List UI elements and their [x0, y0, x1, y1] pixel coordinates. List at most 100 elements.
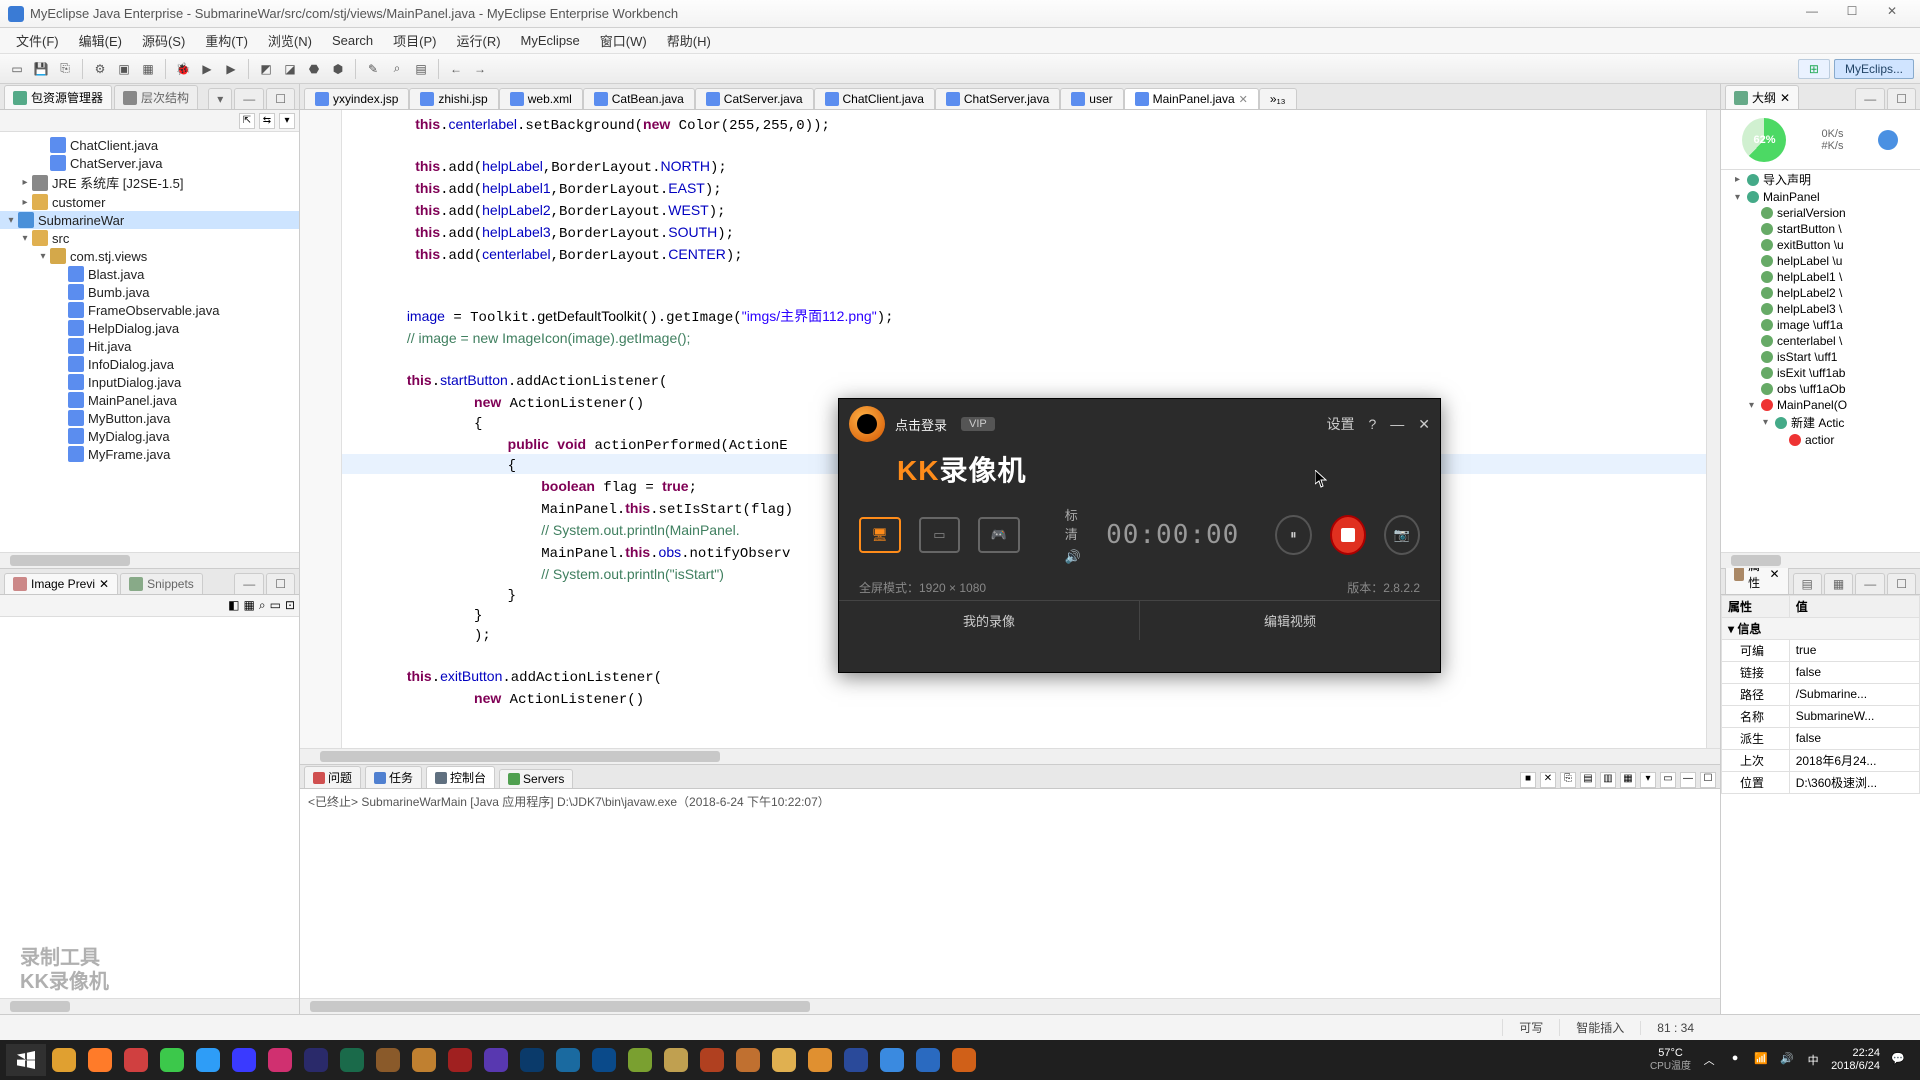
kk-my-recordings-button[interactable]: 我的录像	[839, 601, 1140, 640]
taskbar-app-icon[interactable]	[550, 1044, 586, 1076]
kk-minimize-icon[interactable]: —	[1390, 416, 1404, 432]
menu-item[interactable]: 窗口(W)	[590, 28, 657, 53]
tray-clock[interactable]: 22:24 2018/6/24	[1831, 1047, 1880, 1073]
tool-icon[interactable]: ◧	[228, 598, 239, 612]
property-row[interactable]: 链接false	[1722, 661, 1920, 683]
console-tool-icon[interactable]: ▾	[1640, 772, 1656, 788]
kk-close-icon[interactable]: ✕	[1418, 416, 1430, 433]
kk-record-button[interactable]	[1330, 515, 1366, 555]
menu-item[interactable]: MyEclipse	[511, 30, 590, 51]
tool-icon[interactable]: ⬣	[303, 58, 325, 80]
editor-tab[interactable]: MainPanel.java✕	[1124, 88, 1259, 109]
code-content[interactable]: this.centerlabel.setBackground(new Color…	[348, 114, 894, 710]
zoom-icon[interactable]: ⌕	[259, 598, 266, 613]
maximize-view-icon[interactable]: ☐	[1887, 88, 1916, 109]
console-tool-icon[interactable]: ▤	[1580, 772, 1596, 788]
tab-package-explorer[interactable]: 包资源管理器	[4, 85, 112, 109]
minimize-view-icon[interactable]: —	[1855, 88, 1885, 109]
maximize-view-icon[interactable]: ☐	[266, 573, 295, 594]
taskbar-app-icon[interactable]	[766, 1044, 802, 1076]
open-perspective-button[interactable]: ⊞	[1798, 59, 1830, 79]
tab-snippets[interactable]: Snippets	[120, 573, 203, 594]
taskbar-app-icon[interactable]	[118, 1044, 154, 1076]
menu-item[interactable]: 浏览(N)	[258, 28, 322, 53]
tool-icon[interactable]: ▦	[244, 598, 255, 612]
editor-tab[interactable]: user	[1060, 88, 1123, 109]
editor-scrollbar[interactable]	[300, 748, 1720, 764]
editor-tab[interactable]: ChatServer.java	[935, 88, 1060, 109]
tree-node[interactable]: Bumb.java	[0, 283, 299, 301]
minimize-button[interactable]: —	[1792, 4, 1832, 24]
kk-quality[interactable]: 标清	[1065, 505, 1088, 543]
taskbar-app-icon[interactable]	[586, 1044, 622, 1076]
close-icon[interactable]: ✕	[1769, 567, 1779, 581]
properties-table[interactable]: 属性值 ▾ 信息 可编true链接false路径/Submarine...名称S…	[1721, 595, 1920, 794]
menu-item[interactable]: Search	[322, 30, 383, 51]
tree-node[interactable]: MyFrame.java	[0, 445, 299, 463]
tree-node[interactable]: ▸customer	[0, 193, 299, 211]
tab-problems[interactable]: 问题	[304, 766, 361, 788]
taskbar-app-icon[interactable]	[622, 1044, 658, 1076]
run-ext-icon[interactable]: ▶	[220, 58, 242, 80]
taskbar-app-icon[interactable]	[442, 1044, 478, 1076]
tree-node[interactable]: MainPanel.java	[0, 391, 299, 409]
outline-node[interactable]: helpLabel \u	[1721, 253, 1920, 269]
tray-icon[interactable]: ●	[1727, 1052, 1743, 1068]
outline-node[interactable]: helpLabel1 \	[1721, 269, 1920, 285]
console-tool-icon[interactable]: ▦	[1620, 772, 1636, 788]
tool-icon[interactable]: ◩	[255, 58, 277, 80]
outline-node[interactable]: helpLabel3 \	[1721, 301, 1920, 317]
network-icon[interactable]: 📶	[1753, 1052, 1769, 1068]
view-menu-icon[interactable]: ▾	[208, 88, 232, 109]
view-menu-icon[interactable]: ▾	[279, 113, 295, 129]
taskbar-app-icon[interactable]	[694, 1044, 730, 1076]
taskbar-app-icon[interactable]	[82, 1044, 118, 1076]
editor-tab[interactable]: web.xml	[499, 88, 583, 109]
console-tool-icon[interactable]: ⎘	[1560, 772, 1576, 788]
property-row[interactable]: 路径/Submarine...	[1722, 683, 1920, 705]
outline-node[interactable]: isExit \uff1ab	[1721, 365, 1920, 381]
ime-icon[interactable]: 中	[1805, 1052, 1821, 1068]
tray-temp[interactable]: 57°C CPU温度	[1650, 1047, 1691, 1072]
kk-settings-link[interactable]: 设置	[1326, 414, 1354, 434]
close-icon[interactable]: ✕	[1780, 91, 1790, 105]
link-editor-icon[interactable]: ⇆	[259, 113, 275, 129]
outline-node[interactable]: ▸导入声明	[1721, 170, 1920, 189]
outline-node[interactable]: helpLabel2 \	[1721, 285, 1920, 301]
menu-item[interactable]: 源码(S)	[132, 28, 195, 53]
kk-mode-game-icon[interactable]: 🎮	[978, 517, 1020, 553]
taskbar-app-icon[interactable]	[514, 1044, 550, 1076]
tree-node[interactable]: FrameObservable.java	[0, 301, 299, 319]
tree-scrollbar[interactable]	[0, 552, 299, 568]
taskbar-app-icon[interactable]	[478, 1044, 514, 1076]
tool-icon[interactable]: ⬢	[327, 58, 349, 80]
tree-node[interactable]: ▾com.stj.views	[0, 247, 299, 265]
outline-node[interactable]: image \uff1a	[1721, 317, 1920, 333]
menu-item[interactable]: 编辑(E)	[69, 28, 132, 53]
tool-icon[interactable]: ▤	[410, 58, 432, 80]
maximize-view-icon[interactable]: ☐	[1700, 772, 1716, 788]
save-icon[interactable]: 💾	[30, 58, 52, 80]
menu-item[interactable]: 项目(P)	[383, 28, 446, 53]
start-button[interactable]	[6, 1044, 46, 1076]
tab-tasks[interactable]: 任务	[365, 766, 422, 788]
tree-node[interactable]: HelpDialog.java	[0, 319, 299, 337]
tool-icon[interactable]: ▦	[137, 58, 159, 80]
notifications-icon[interactable]: 💬	[1890, 1052, 1906, 1068]
editor-tab[interactable]: zhishi.jsp	[409, 88, 498, 109]
property-row[interactable]: 位置D:\360极速浏...	[1722, 771, 1920, 793]
debug-icon[interactable]: 🐞	[172, 58, 194, 80]
outline-node[interactable]: startButton \	[1721, 221, 1920, 237]
outline-node[interactable]: ▾MainPanel	[1721, 189, 1920, 205]
menu-item[interactable]: 重构(T)	[195, 28, 258, 53]
editor-tab[interactable]: yxyindex.jsp	[304, 88, 409, 109]
property-row[interactable]: 名称SubmarineW...	[1722, 705, 1920, 727]
outline-node[interactable]: ▾MainPanel(O	[1721, 397, 1920, 413]
console-scrollbar[interactable]	[300, 998, 1720, 1014]
outline-node[interactable]: isStart \uff1	[1721, 349, 1920, 365]
tool-icon[interactable]: ◪	[279, 58, 301, 80]
tool-icon[interactable]: ▭	[270, 598, 281, 612]
taskbar-app-icon[interactable]	[874, 1044, 910, 1076]
kk-recorder-window[interactable]: 点击登录 VIP 设置 ? — ✕ KK录像机 🖥 ▭ 🎮 标清 🔊 00:00…	[838, 398, 1441, 673]
maximize-view-icon[interactable]: ☐	[266, 88, 295, 109]
